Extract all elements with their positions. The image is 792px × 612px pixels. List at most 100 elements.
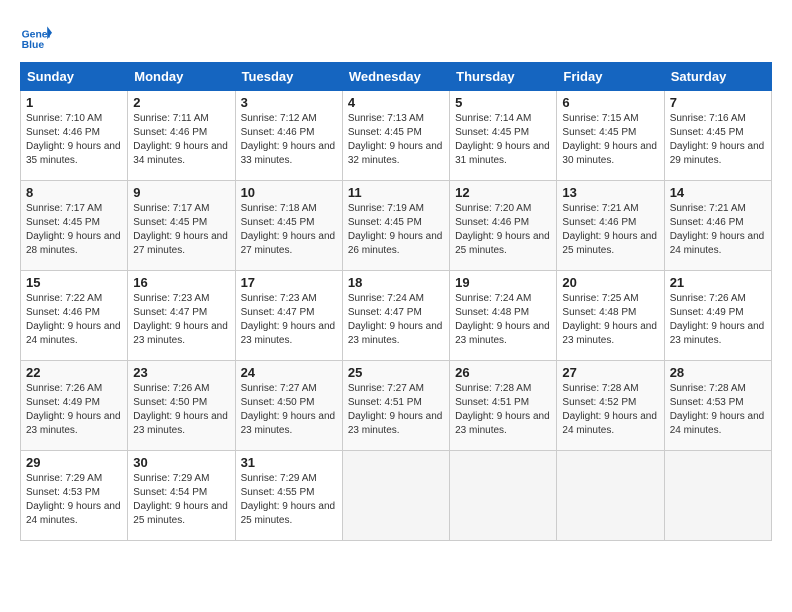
day-cell-31: 31 Sunrise: 7:29 AMSunset: 4:55 PMDayligh… xyxy=(235,451,342,541)
day-cell-9: 9 Sunrise: 7:17 AMSunset: 4:45 PMDaylight… xyxy=(128,181,235,271)
calendar-week-3: 15 Sunrise: 7:22 AMSunset: 4:46 PMDayligh… xyxy=(21,271,772,361)
day-number: 27 xyxy=(562,365,658,380)
col-header-thursday: Thursday xyxy=(450,63,557,91)
day-cell-17: 17 Sunrise: 7:23 AMSunset: 4:47 PMDayligh… xyxy=(235,271,342,361)
calendar-week-2: 8 Sunrise: 7:17 AMSunset: 4:45 PMDaylight… xyxy=(21,181,772,271)
day-cell-13: 13Sunrise: 7:21 AMSunset: 4:46 PMDayligh… xyxy=(557,181,664,271)
col-header-friday: Friday xyxy=(557,63,664,91)
cell-info: Sunrise: 7:10 AMSunset: 4:46 PMDaylight:… xyxy=(26,113,121,166)
day-cell-4: 4 Sunrise: 7:13 AMSunset: 4:45 PMDaylight… xyxy=(342,91,449,181)
cell-info: Sunrise: 7:11 AMSunset: 4:46 PMDaylight:… xyxy=(133,113,228,166)
day-cell-20: 20 Sunrise: 7:25 AMSunset: 4:48 PMDayligh… xyxy=(557,271,664,361)
cell-info: Sunrise: 7:24 AMSunset: 4:47 PMDaylight:… xyxy=(348,293,443,346)
day-number: 23 xyxy=(133,365,229,380)
col-header-saturday: Saturday xyxy=(664,63,771,91)
cell-info: Sunrise: 7:28 AMSunset: 4:53 PMDaylight:… xyxy=(670,383,765,436)
day-number: 26 xyxy=(455,365,551,380)
day-cell-8: 8Sunrise: 7:17 AMSunset: 4:45 PMDaylight… xyxy=(21,181,128,271)
day-number: 6 xyxy=(562,95,658,110)
day-number: 7 xyxy=(670,95,766,110)
day-number: 5 xyxy=(455,95,551,110)
cell-info: Sunrise: 7:24 AMSunset: 4:48 PMDaylight:… xyxy=(455,293,550,346)
day-cell-3: 3 Sunrise: 7:12 AMSunset: 4:46 PMDaylight… xyxy=(235,91,342,181)
cell-info: Sunrise: 7:26 AMSunset: 4:49 PMDaylight:… xyxy=(670,293,765,346)
day-number: 13 xyxy=(562,185,658,200)
cell-info: Sunrise: 7:14 AMSunset: 4:45 PMDaylight:… xyxy=(455,113,550,166)
calendar-week-4: 22Sunrise: 7:26 AMSunset: 4:49 PMDayligh… xyxy=(21,361,772,451)
empty-cell xyxy=(342,451,449,541)
day-cell-6: 6 Sunrise: 7:15 AMSunset: 4:45 PMDaylight… xyxy=(557,91,664,181)
day-number: 25 xyxy=(348,365,444,380)
day-number: 9 xyxy=(133,185,229,200)
day-cell-26: 26 Sunrise: 7:28 AMSunset: 4:51 PMDayligh… xyxy=(450,361,557,451)
day-cell-15: 15 Sunrise: 7:22 AMSunset: 4:46 PMDayligh… xyxy=(21,271,128,361)
day-cell-7: 7 Sunrise: 7:16 AMSunset: 4:45 PMDaylight… xyxy=(664,91,771,181)
day-number: 17 xyxy=(241,275,337,290)
day-number: 1 xyxy=(26,95,122,110)
day-cell-21: 21 Sunrise: 7:26 AMSunset: 4:49 PMDayligh… xyxy=(664,271,771,361)
cell-info: Sunrise: 7:26 AMSunset: 4:50 PMDaylight:… xyxy=(133,383,228,436)
day-cell-25: 25 Sunrise: 7:27 AMSunset: 4:51 PMDayligh… xyxy=(342,361,449,451)
cell-info: Sunrise: 7:23 AMSunset: 4:47 PMDaylight:… xyxy=(133,293,228,346)
calendar-table: SundayMondayTuesdayWednesdayThursdayFrid… xyxy=(20,62,772,541)
col-header-wednesday: Wednesday xyxy=(342,63,449,91)
cell-info: Sunrise: 7:21 AMSunset: 4:46 PMDaylight:… xyxy=(670,203,765,256)
day-number: 22 xyxy=(26,365,122,380)
day-cell-18: 18Sunrise: 7:24 AMSunset: 4:47 PMDayligh… xyxy=(342,271,449,361)
cell-info: Sunrise: 7:23 AMSunset: 4:47 PMDaylight:… xyxy=(241,293,336,346)
day-cell-1: 1 Sunrise: 7:10 AMSunset: 4:46 PMDaylight… xyxy=(21,91,128,181)
empty-cell xyxy=(664,451,771,541)
day-cell-11: 11Sunrise: 7:19 AMSunset: 4:45 PMDayligh… xyxy=(342,181,449,271)
cell-info: Sunrise: 7:15 AMSunset: 4:45 PMDaylight:… xyxy=(562,113,657,166)
day-number: 21 xyxy=(670,275,766,290)
day-cell-24: 24 Sunrise: 7:27 AMSunset: 4:50 PMDayligh… xyxy=(235,361,342,451)
cell-info: Sunrise: 7:16 AMSunset: 4:45 PMDaylight:… xyxy=(670,113,765,166)
day-number: 20 xyxy=(562,275,658,290)
calendar-week-5: 29 Sunrise: 7:29 AMSunset: 4:53 PMDayligh… xyxy=(21,451,772,541)
day-number: 15 xyxy=(26,275,122,290)
day-number: 12 xyxy=(455,185,551,200)
day-number: 10 xyxy=(241,185,337,200)
day-cell-12: 12 Sunrise: 7:20 AMSunset: 4:46 PMDayligh… xyxy=(450,181,557,271)
cell-info: Sunrise: 7:29 AMSunset: 4:54 PMDaylight:… xyxy=(133,473,228,526)
day-number: 2 xyxy=(133,95,229,110)
empty-cell xyxy=(450,451,557,541)
day-number: 14 xyxy=(670,185,766,200)
day-cell-22: 22Sunrise: 7:26 AMSunset: 4:49 PMDayligh… xyxy=(21,361,128,451)
col-header-sunday: Sunday xyxy=(21,63,128,91)
day-number: 28 xyxy=(670,365,766,380)
cell-info: Sunrise: 7:28 AMSunset: 4:51 PMDaylight:… xyxy=(455,383,550,436)
cell-info: Sunrise: 7:29 AMSunset: 4:55 PMDaylight:… xyxy=(241,473,336,526)
day-number: 30 xyxy=(133,455,229,470)
cell-info: Sunrise: 7:28 AMSunset: 4:52 PMDaylight:… xyxy=(562,383,657,436)
cell-info: Sunrise: 7:20 AMSunset: 4:46 PMDaylight:… xyxy=(455,203,550,256)
day-number: 19 xyxy=(455,275,551,290)
day-cell-2: 2 Sunrise: 7:11 AMSunset: 4:46 PMDaylight… xyxy=(128,91,235,181)
day-number: 4 xyxy=(348,95,444,110)
cell-info: Sunrise: 7:27 AMSunset: 4:51 PMDaylight:… xyxy=(348,383,443,436)
day-number: 29 xyxy=(26,455,122,470)
cell-info: Sunrise: 7:18 AMSunset: 4:45 PMDaylight:… xyxy=(241,203,336,256)
logo-icon: General Blue xyxy=(20,20,52,52)
cell-info: Sunrise: 7:12 AMSunset: 4:46 PMDaylight:… xyxy=(241,113,336,166)
day-cell-29: 29 Sunrise: 7:29 AMSunset: 4:53 PMDayligh… xyxy=(21,451,128,541)
cell-info: Sunrise: 7:17 AMSunset: 4:45 PMDaylight:… xyxy=(133,203,228,256)
day-cell-14: 14 Sunrise: 7:21 AMSunset: 4:46 PMDayligh… xyxy=(664,181,771,271)
cell-info: Sunrise: 7:27 AMSunset: 4:50 PMDaylight:… xyxy=(241,383,336,436)
day-cell-5: 5 Sunrise: 7:14 AMSunset: 4:45 PMDaylight… xyxy=(450,91,557,181)
cell-info: Sunrise: 7:25 AMSunset: 4:48 PMDaylight:… xyxy=(562,293,657,346)
cell-info: Sunrise: 7:22 AMSunset: 4:46 PMDaylight:… xyxy=(26,293,121,346)
calendar-week-1: 1 Sunrise: 7:10 AMSunset: 4:46 PMDaylight… xyxy=(21,91,772,181)
day-number: 3 xyxy=(241,95,337,110)
cell-info: Sunrise: 7:29 AMSunset: 4:53 PMDaylight:… xyxy=(26,473,121,526)
day-number: 24 xyxy=(241,365,337,380)
empty-cell xyxy=(557,451,664,541)
cell-info: Sunrise: 7:13 AMSunset: 4:45 PMDaylight:… xyxy=(348,113,443,166)
day-number: 8 xyxy=(26,185,122,200)
col-header-tuesday: Tuesday xyxy=(235,63,342,91)
header-row: SundayMondayTuesdayWednesdayThursdayFrid… xyxy=(21,63,772,91)
day-cell-27: 27 Sunrise: 7:28 AMSunset: 4:52 PMDayligh… xyxy=(557,361,664,451)
day-number: 31 xyxy=(241,455,337,470)
day-cell-10: 10 Sunrise: 7:18 AMSunset: 4:45 PMDayligh… xyxy=(235,181,342,271)
day-cell-19: 19 Sunrise: 7:24 AMSunset: 4:48 PMDayligh… xyxy=(450,271,557,361)
